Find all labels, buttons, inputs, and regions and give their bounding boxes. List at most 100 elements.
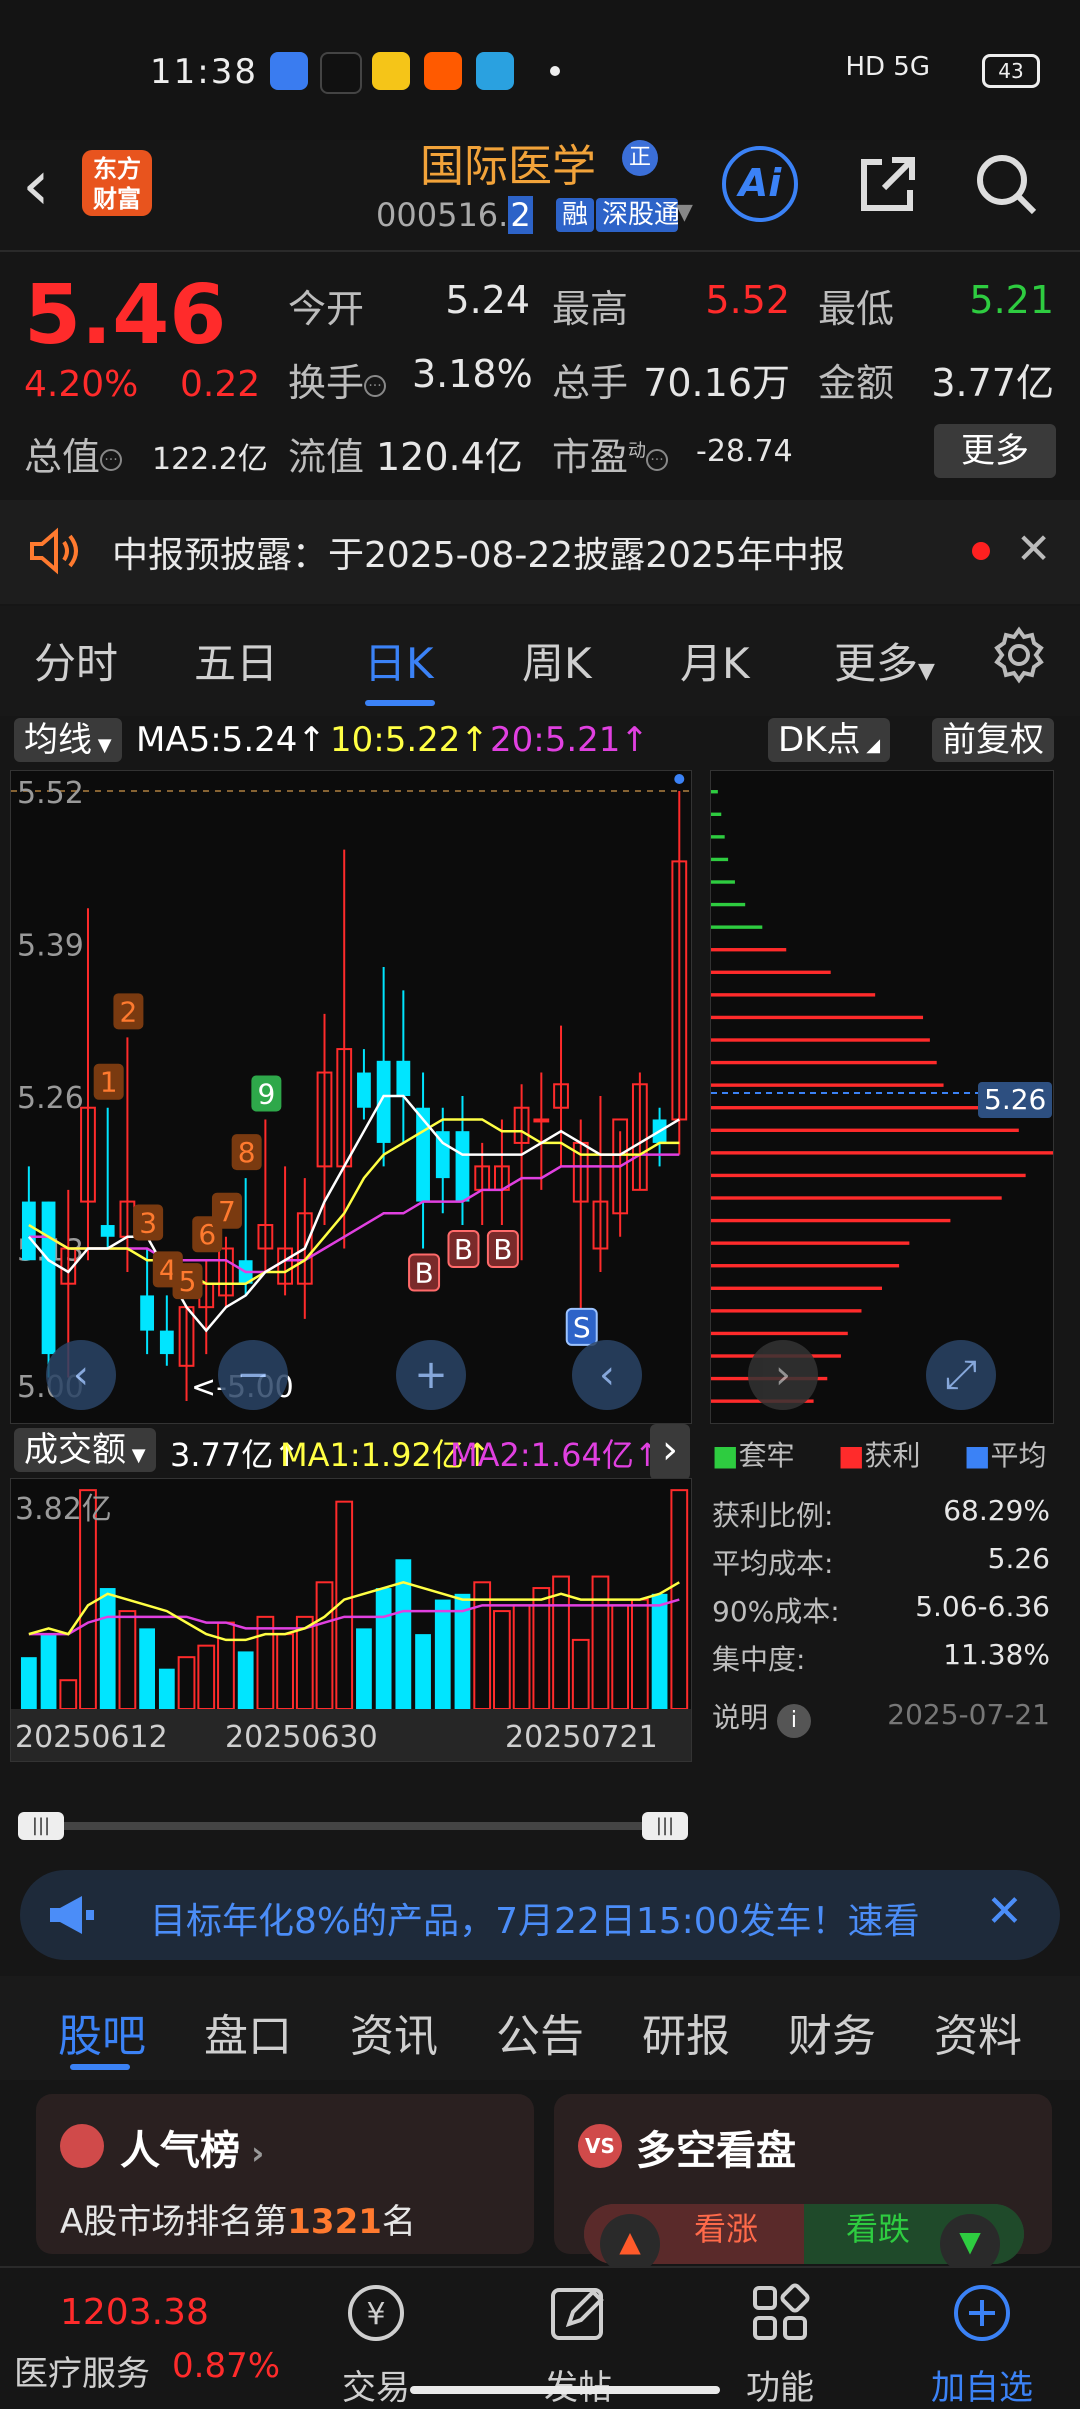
trade-icon[interactable]: ¥ — [306, 2280, 446, 2360]
bull-button[interactable]: ▲ — [600, 2214, 660, 2274]
back-button[interactable]: ‹ — [22, 150, 50, 220]
chip-bar — [711, 1331, 848, 1336]
turnover-label[interactable]: 换手 ··· — [288, 352, 387, 407]
concentration-label: 集中度: — [712, 1643, 806, 1676]
range-handle-left[interactable]: ||| — [18, 1812, 64, 1840]
tab-timeshare[interactable]: 分时 — [34, 630, 118, 691]
tab-news[interactable]: 资讯 — [350, 2000, 438, 2064]
volume-bar — [591, 1575, 610, 1711]
volume-bar — [118, 1610, 137, 1710]
signal-marker-label: 1 — [100, 1066, 118, 1099]
megaphone-icon — [46, 1892, 98, 1942]
adjust-button[interactable]: 前复权 — [932, 718, 1054, 762]
edit-icon[interactable] — [508, 2280, 648, 2360]
tab-announcements[interactable]: 公告 — [496, 2000, 584, 2064]
ad-text[interactable]: 目标年化8%的产品，7月22日15:00发车！速看 — [150, 1892, 970, 1944]
scroll-left-button[interactable]: ‹ — [572, 1340, 642, 1410]
stock-code-text: 000516. — [376, 196, 509, 234]
notice-text[interactable]: 中报预披露：于2025-08-22披露2025年中报 — [112, 526, 845, 578]
expand-right-button[interactable]: › — [650, 1424, 690, 1480]
tab-orderbook[interactable]: 盘口 — [204, 2000, 292, 2064]
tab-monthly-k[interactable]: 月K — [680, 630, 750, 691]
tab-weekly-k[interactable]: 周K — [522, 630, 592, 691]
nav-trade[interactable]: 交易 — [306, 2360, 446, 2409]
home-indicator[interactable] — [410, 2386, 720, 2394]
bear-button[interactable]: ▼ — [940, 2214, 1000, 2274]
ma20-text: 20:5.21 — [490, 720, 621, 760]
chip-bar — [711, 1106, 985, 1110]
bull-label: 看涨 — [694, 2210, 759, 2248]
index-value[interactable]: 1203.38 — [60, 2292, 209, 2333]
taobao-icon — [424, 52, 462, 90]
chip-bar — [711, 857, 729, 862]
chip-bar — [711, 970, 831, 974]
volume-chart[interactable]: 3.82亿 20250612 20250630 20250721 — [10, 1478, 692, 1762]
volume-bar — [512, 1604, 531, 1710]
unread-dot — [972, 542, 990, 560]
current-price: 5.46 — [24, 268, 227, 363]
zoom-out-button[interactable]: − — [218, 1340, 288, 1410]
index-name[interactable]: 医疗服务 — [14, 2346, 150, 2395]
chevron-left-icon[interactable]: ‹ — [46, 1340, 116, 1410]
close-icon[interactable]: ✕ — [1016, 524, 1051, 573]
tab-profile[interactable]: 资料 — [934, 2000, 1022, 2064]
close-icon[interactable]: ✕ — [986, 1886, 1023, 1937]
volume-selector[interactable]: 成交额 ▼ — [14, 1428, 156, 1472]
share-icon[interactable] — [852, 150, 922, 220]
range-handle-right[interactable]: ||| — [642, 1812, 688, 1840]
volume-bar — [415, 1634, 431, 1709]
chevron-right-icon[interactable]: › — [748, 1340, 818, 1410]
nav-functions[interactable]: 功能 — [710, 2360, 850, 2409]
nav-post[interactable]: 发帖 — [508, 2360, 648, 2409]
gear-icon[interactable] — [990, 626, 1048, 688]
chip-bar — [711, 925, 763, 929]
zoom-in-button[interactable]: + — [396, 1340, 466, 1410]
tab-research[interactable]: 研报 — [642, 2000, 730, 2064]
volume-bar — [276, 1633, 294, 1710]
tab-finance[interactable]: 财务 — [788, 2000, 876, 2064]
search-icon[interactable] — [972, 150, 1042, 220]
ai-button[interactable]: Ai — [722, 146, 798, 222]
grid-icon[interactable] — [710, 2280, 850, 2360]
chip-bar — [711, 1060, 937, 1065]
pe-label-text: 市盈 — [552, 435, 629, 479]
ma-selector[interactable]: 均线 ▼ — [14, 718, 122, 762]
more-button[interactable]: 更多 — [934, 424, 1056, 478]
volume-bar — [434, 1599, 451, 1709]
chevron-down-icon[interactable]: ▼ — [676, 200, 693, 225]
amount-label: 金额 — [818, 361, 895, 405]
volume-bar — [197, 1644, 216, 1710]
chip-bar — [711, 1015, 924, 1020]
speaker-icon — [28, 526, 82, 580]
signal-marker-label: S — [573, 1311, 591, 1344]
stock-code[interactable]: 000516.2 — [376, 196, 533, 234]
logo-text: 财富 — [93, 185, 141, 213]
avg-cost-value: 5.26 — [987, 1542, 1050, 1575]
add-circle-icon[interactable] — [912, 2280, 1052, 2360]
mktcap-label[interactable]: 总值 ··· — [24, 426, 123, 481]
note-label[interactable]: 说明 i — [712, 1696, 811, 1738]
nav-add-watchlist[interactable]: 加自选 — [912, 2360, 1052, 2409]
volume-bar — [315, 1581, 334, 1710]
expand-icon[interactable]: ⤢ — [926, 1340, 996, 1410]
stock-code-suffix: 2 — [508, 196, 533, 234]
tab-more[interactable]: 更多▼ — [834, 630, 935, 691]
kline-chart[interactable]: 5.525.395.265.135.00123456789BBBS5.52-><… — [10, 738, 692, 1424]
stock-name[interactable]: 国际医学 — [420, 130, 596, 194]
tab-forum[interactable]: 股吧 — [58, 2000, 146, 2064]
chart-bar-icon — [60, 2124, 104, 2168]
concentration-value: 11.38% — [943, 1638, 1050, 1671]
app-logo[interactable]: 东方 财富 — [82, 150, 152, 216]
signal-marker-label: 9 — [257, 1077, 275, 1110]
candle-body — [159, 1330, 174, 1355]
tab-daily-k[interactable]: 日K — [364, 630, 434, 691]
chip-bar — [711, 1173, 1026, 1178]
chevron-down-icon: ▼ — [126, 1445, 146, 1466]
tab-5day[interactable]: 五日 — [194, 630, 278, 691]
pe-label[interactable]: 市盈动 ··· — [552, 426, 669, 481]
signal-marker-label: 7 — [218, 1195, 236, 1228]
vol-ma2: MA2:1.64亿↑ — [450, 1430, 661, 1476]
dk-point-button[interactable]: DK点 ◢ — [768, 718, 891, 762]
legend-avg: ■平均 — [964, 1434, 1046, 1474]
volume-bar — [177, 1656, 196, 1711]
